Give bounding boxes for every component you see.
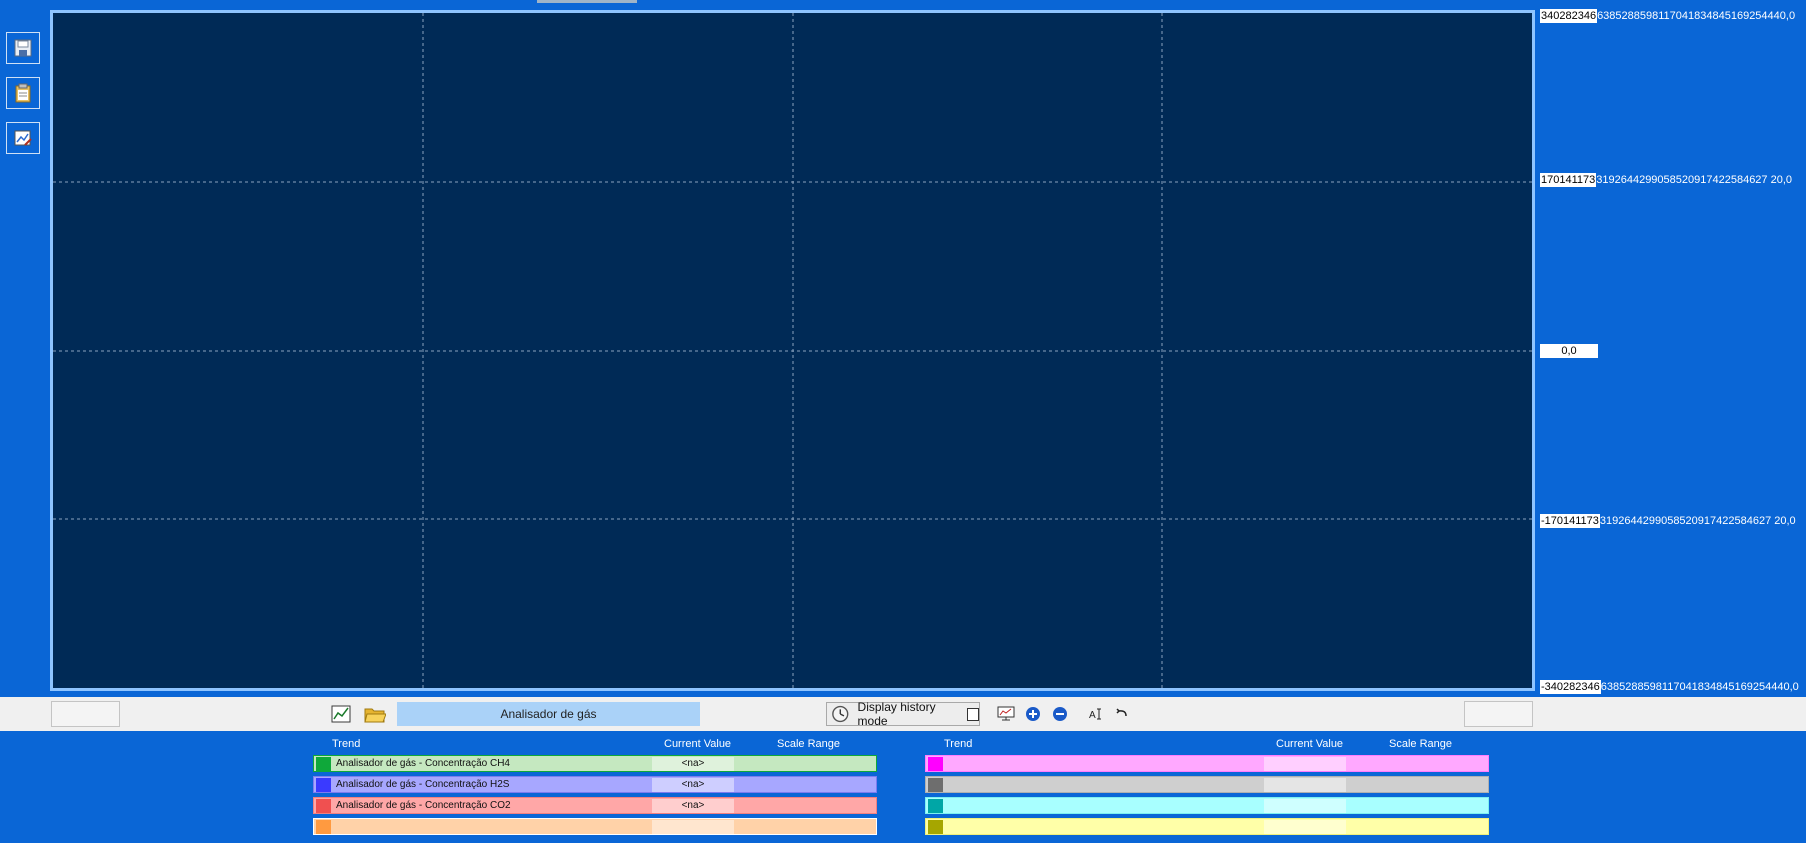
undo-button[interactable] (1111, 703, 1133, 725)
autoscale-icon: A (1089, 708, 1101, 721)
legend-header: Trend Current Value Scale Range (925, 731, 1489, 755)
y-tick-rest: 3192644299058520917422584627 20,0 (1599, 515, 1796, 527)
legend-area: Trend Current Value Scale Range Analisad… (0, 731, 1806, 843)
y-tick-label: 1701411733192644299058520917422584627 20… (1540, 173, 1792, 187)
trend-chart[interactable] (50, 10, 1535, 691)
header-current-value: Current Value (1276, 738, 1344, 750)
save-icon (14, 39, 32, 57)
save-button[interactable] (6, 32, 40, 64)
legend-current-value: <na> (652, 799, 734, 813)
edit-chart-icon (14, 130, 32, 146)
autoscale-button[interactable]: A (1085, 703, 1107, 725)
chart-view-icon (331, 705, 351, 723)
y-tick-box: 340282346 (1540, 9, 1598, 23)
zoom-in-icon (1026, 707, 1040, 721)
scroll-right-box[interactable] (1464, 701, 1533, 727)
svg-text:A: A (1089, 710, 1096, 721)
legend-trend-name: Analisador de gás - Concentração CH4 (336, 758, 510, 769)
y-tick-label: 3402823466385288598117041834845169254440… (1540, 9, 1795, 23)
y-tick-box: -340282346 (1540, 680, 1601, 694)
legend-row[interactable] (925, 797, 1489, 814)
edit-chart-button[interactable] (6, 122, 40, 154)
y-tick-label: -1701411733192644299058520917422584627 2… (1540, 514, 1796, 528)
legend-color-swatch[interactable] (316, 799, 331, 813)
legend-right: Trend Current Value Scale Range (925, 731, 1489, 839)
legend-trend-name: Analisador de gás - Concentração H2S (336, 779, 510, 790)
header-scale-range: Scale Range (777, 738, 840, 750)
y-tick-box: 0,0 (1540, 344, 1598, 358)
screen-button[interactable] (995, 703, 1017, 725)
legend-color-swatch[interactable] (316, 757, 331, 771)
legend-row[interactable]: Analisador de gás - Concentração CH4 <na> (313, 755, 877, 772)
chart-name-field[interactable]: Analisador de gás (397, 702, 700, 726)
legend-left: Trend Current Value Scale Range Analisad… (313, 731, 877, 839)
legend-color-swatch[interactable] (928, 799, 943, 813)
zoom-out-button[interactable] (1049, 703, 1071, 725)
legend-color-swatch[interactable] (928, 820, 943, 834)
legend-current-value (1264, 757, 1346, 771)
zoom-in-button[interactable] (1022, 703, 1044, 725)
legend-current-value (1264, 820, 1346, 834)
legend-color-swatch[interactable] (316, 778, 331, 792)
zoom-out-icon (1053, 707, 1067, 721)
legend-current-value: <na> (652, 778, 734, 792)
y-tick-label: -340282346638528859811704183484516925444… (1540, 680, 1799, 694)
legend-row[interactable]: Analisador de gás - Concentração H2S <na> (313, 776, 877, 793)
legend-current-value (652, 820, 734, 834)
y-axis: 3402823466385288598117041834845169254440… (1535, 0, 1806, 700)
scroll-left-box[interactable] (51, 701, 120, 727)
left-toolbar (6, 32, 42, 167)
clipboard-button[interactable] (6, 77, 40, 109)
folder-icon (364, 708, 386, 723)
header-trend: Trend (944, 738, 973, 750)
legend-row[interactable] (925, 755, 1489, 772)
legend-current-value: <na> (652, 757, 734, 771)
legend-current-value (1264, 799, 1346, 813)
legend-row[interactable] (925, 818, 1489, 835)
legend-color-swatch[interactable] (928, 778, 943, 792)
chart-toolbar: Analisador de gás Display history mode A (0, 697, 1806, 731)
legend-row[interactable]: Analisador de gás - Concentração CO2 <na> (313, 797, 877, 814)
history-mode-checkbox[interactable] (966, 707, 980, 721)
legend-header: Trend Current Value Scale Range (313, 731, 877, 755)
y-tick-rest: 3192644299058520917422584627 20,0 (1596, 174, 1793, 186)
y-tick-rest: 6385288598117041834845169254440,0 (1597, 10, 1796, 22)
y-tick-box: -170141173 (1540, 514, 1600, 528)
legend-row[interactable] (313, 818, 877, 835)
legend-color-swatch[interactable] (928, 757, 943, 771)
clipboard-icon (15, 83, 31, 103)
top-tab[interactable] (537, 0, 637, 3)
legend-color-swatch[interactable] (316, 820, 331, 834)
y-tick-box: 170141173 (1540, 173, 1597, 187)
legend-row[interactable] (925, 776, 1489, 793)
y-tick-rest: 6385288598117041834845169254440,0 (1600, 681, 1799, 693)
legend-trend-name: Analisador de gás - Concentração CO2 (336, 800, 511, 811)
monitor-icon (997, 706, 1015, 721)
open-folder-button[interactable] (364, 703, 386, 725)
legend-current-value (1264, 778, 1346, 792)
display-history-mode-label: Display history mode (857, 700, 936, 728)
chart-grid (53, 13, 1532, 688)
undo-icon (1116, 708, 1127, 717)
display-history-mode-toggle[interactable]: Display history mode (826, 700, 980, 728)
chart-view-button[interactable] (330, 703, 352, 725)
clock-icon (832, 705, 849, 723)
y-tick-label: 0,0 (1540, 344, 1598, 358)
header-scale-range: Scale Range (1389, 738, 1452, 750)
header-current-value: Current Value (664, 738, 732, 750)
header-trend: Trend (332, 738, 361, 750)
